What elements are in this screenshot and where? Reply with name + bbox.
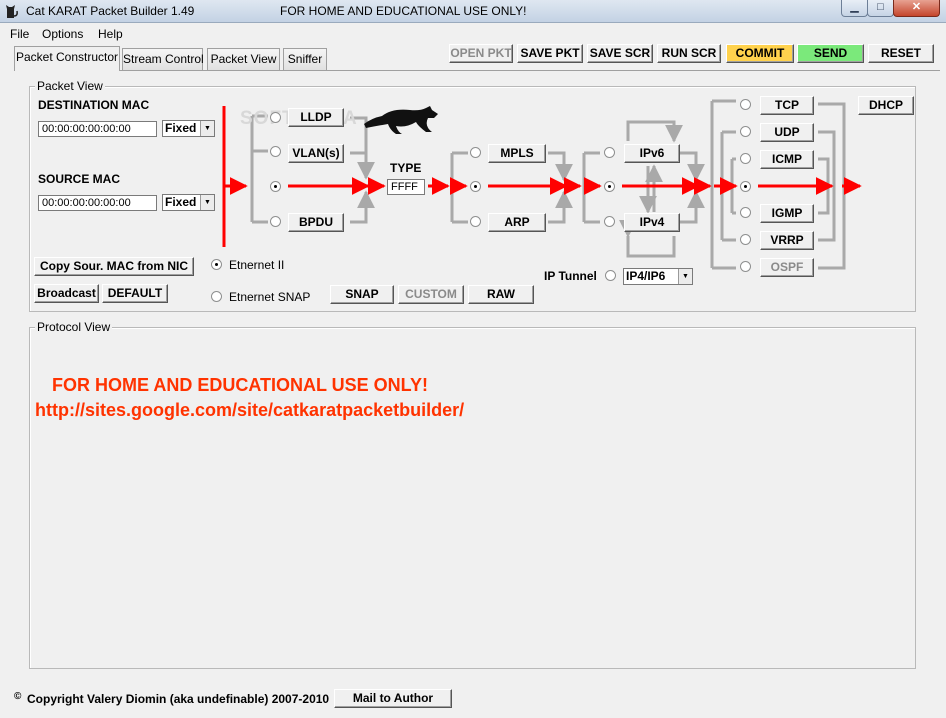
copyright-icon: ©: [14, 691, 22, 702]
protocol-view-notice: FOR HOME AND EDUCATIONAL USE ONLY!: [52, 375, 429, 395]
ethertype-input[interactable]: [387, 179, 425, 195]
vrrp-button[interactable]: VRRP: [760, 231, 814, 250]
vlan-radio[interactable]: [270, 146, 281, 157]
chevron-down-icon[interactable]: ▼: [678, 269, 692, 284]
ipv6-radio[interactable]: [604, 147, 615, 158]
mail-to-author-button[interactable]: Mail to Author: [334, 689, 452, 708]
ip-tunnel-select[interactable]: IP4/IP6 ▼: [623, 268, 693, 285]
ip-tunnel-label: IP Tunnel: [544, 269, 597, 283]
vrrp-radio[interactable]: [740, 234, 751, 245]
tcp-button[interactable]: TCP: [760, 96, 814, 115]
copyright-text: Copyright Valery Diomin (aka undefinable…: [27, 692, 330, 706]
arp-button[interactable]: ARP: [488, 213, 546, 232]
udp-button[interactable]: UDP: [760, 123, 814, 142]
mpls-radio[interactable]: [470, 147, 481, 158]
dhcp-button[interactable]: DHCP: [858, 96, 914, 115]
l25-direct-radio[interactable]: [470, 181, 481, 192]
udp-radio[interactable]: [740, 126, 751, 137]
homepage-url-text: http://sites.google.com/site/catkaratpac…: [35, 400, 465, 420]
l3-direct-radio[interactable]: [604, 181, 615, 192]
vlan-button[interactable]: VLAN(s): [288, 144, 344, 163]
tab-packet-constructor[interactable]: Packet Constructor: [14, 46, 120, 71]
ospf-button[interactable]: OSPF: [760, 258, 814, 277]
icmp-radio[interactable]: [740, 153, 751, 164]
running-cat-logo: [364, 106, 438, 134]
bpdu-radio[interactable]: [270, 216, 281, 227]
icmp-button[interactable]: ICMP: [760, 150, 814, 169]
ipv6-button[interactable]: IPv6: [624, 144, 680, 163]
ipv4-radio[interactable]: [604, 216, 615, 227]
type-label: TYPE: [390, 161, 422, 175]
ospf-radio[interactable]: [740, 261, 751, 272]
ip-tunnel-value: IP4/IP6: [626, 269, 666, 283]
l4-direct-radio[interactable]: [740, 181, 751, 192]
mpls-button[interactable]: MPLS: [488, 144, 546, 163]
ethernet-direct-radio[interactable]: [270, 181, 281, 192]
protocol-view-title: Protocol View: [35, 320, 113, 334]
bpdu-button[interactable]: BPDU: [288, 213, 344, 232]
tcp-radio[interactable]: [740, 99, 751, 110]
ip-tunnel-radio[interactable]: [605, 270, 616, 281]
arp-radio[interactable]: [470, 216, 481, 227]
lldp-radio[interactable]: [270, 112, 281, 123]
lldp-button[interactable]: LLDP: [288, 108, 344, 127]
igmp-radio[interactable]: [740, 207, 751, 218]
igmp-button[interactable]: IGMP: [760, 204, 814, 223]
ipv4-button[interactable]: IPv4: [624, 213, 680, 232]
